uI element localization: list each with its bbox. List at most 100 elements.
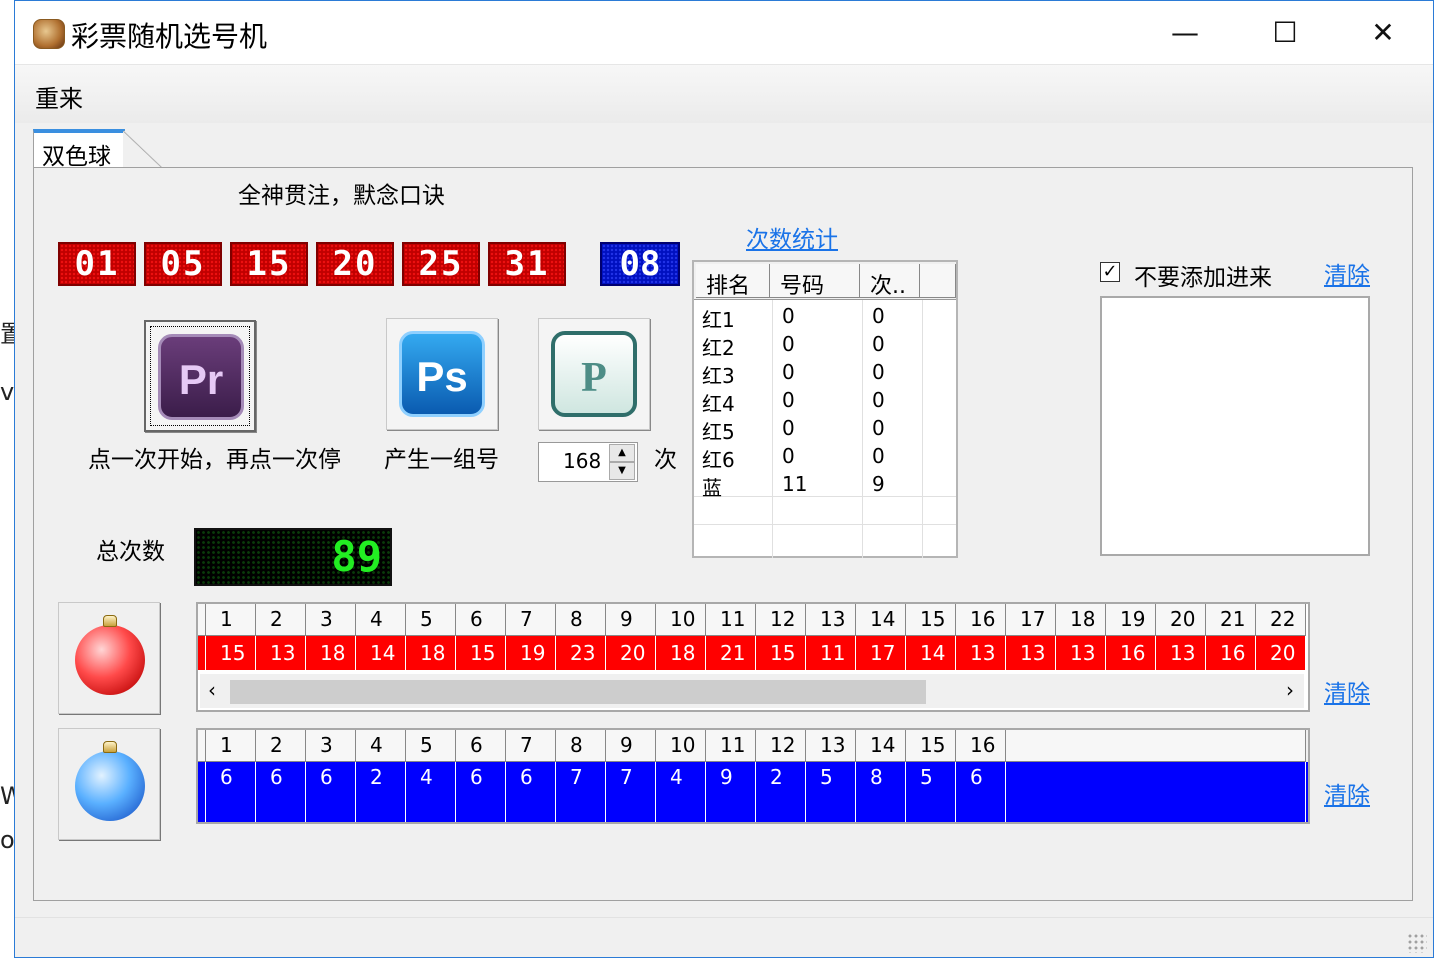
grid-cell: 13 — [806, 730, 856, 762]
menu-item-restart[interactable]: 重来 — [35, 79, 83, 114]
grid-cell: 9 — [606, 730, 656, 762]
red-history-row: 15 13 18 14 18 15 19 23 20 18 21 15 11 17 14 13 13 13 16 13… — [198, 636, 1306, 670]
stats-cell: 0 — [872, 332, 885, 356]
grid-cell: 21 — [706, 636, 756, 670]
stats-cell: 蓝 — [702, 476, 722, 500]
grid-cell: 16 — [1106, 636, 1156, 670]
scroll-left-icon[interactable]: ‹ — [208, 678, 216, 702]
scrollbar-thumb[interactable] — [230, 680, 926, 704]
start-stop-button[interactable]: Pr — [144, 320, 256, 432]
scroll-right-icon[interactable]: › — [1286, 678, 1294, 702]
stats-link[interactable]: 次数统计 — [746, 220, 838, 254]
clear-blue-link[interactable]: 清除 — [1324, 776, 1370, 810]
grid-cell: 5 — [806, 762, 856, 792]
window-title: 彩票随机选号机 — [71, 20, 268, 53]
grid-cell: 14 — [856, 604, 906, 636]
generate-caption: 产生一组号 — [384, 447, 499, 473]
grid-cell: 6 — [456, 762, 506, 792]
grid-cell: 15 — [906, 604, 956, 636]
grid-cell: 6 — [306, 762, 356, 792]
repeat-count-value[interactable]: 168 — [563, 449, 601, 473]
grid-cell: 20 — [606, 636, 656, 670]
grid-cell: 20 — [1156, 604, 1206, 636]
grid-cell: 4 — [656, 762, 706, 792]
grid-cell — [356, 792, 406, 822]
grid-cell: 10 — [656, 604, 706, 636]
resize-grip-icon[interactable] — [1407, 933, 1427, 953]
blue-history-grid[interactable]: 1 2 3 4 5 6 7 8 9 10 11 12 13 14 15 16 6662466774925856 — [196, 728, 1310, 824]
grid-cell — [206, 792, 256, 822]
stats-cell: 红5 — [702, 420, 735, 444]
stats-cell: 0 — [872, 416, 885, 440]
stats-cell: 0 — [782, 388, 795, 412]
close-button[interactable]: ✕ — [1353, 9, 1413, 57]
grid-cell: 1 — [206, 604, 256, 636]
stats-table[interactable]: 排名 号码 次.. 红1 0 0 红2 0 0 红3 0 0 红4 0 0 红5… — [692, 260, 958, 558]
grid-cell: 11 — [806, 636, 856, 670]
grid-cell: 14 — [356, 636, 406, 670]
grid-cell — [756, 792, 806, 822]
blue-history-button[interactable] — [58, 728, 160, 840]
grid-cell: 8 — [856, 762, 906, 792]
grid-cell: 4 — [356, 730, 406, 762]
grid-filler-cell — [1006, 792, 1306, 822]
stats-cell: 红2 — [702, 336, 735, 360]
grid-cell: 6 — [456, 604, 506, 636]
grid-cell: 20 — [1256, 636, 1306, 670]
grid-cell: 12 — [756, 604, 806, 636]
repeat-button[interactable]: P — [538, 318, 650, 430]
grid-cell: 11 — [706, 604, 756, 636]
clear-red-link[interactable]: 清除 — [1324, 674, 1370, 708]
grid-cell: 16 — [956, 604, 1006, 636]
grid-cell: 18 — [1056, 604, 1106, 636]
repeat-count-stepper[interactable]: 168 ▲ ▼ — [538, 442, 638, 482]
stepper-up-icon[interactable]: ▲ — [609, 444, 635, 462]
grid-cell: 6 — [456, 730, 506, 762]
stats-cell: 红6 — [702, 448, 735, 472]
stats-col-number[interactable]: 号码 — [770, 264, 860, 299]
grid-cell: 2 — [256, 730, 306, 762]
stats-col-rank[interactable]: 排名 — [696, 264, 770, 299]
stepper-down-icon[interactable]: ▼ — [609, 462, 635, 480]
grid-cell: 21 — [1206, 604, 1256, 636]
title-bar[interactable]: 彩票随机选号机 — ☐ ✕ — [15, 1, 1433, 65]
grid-cell — [656, 792, 706, 822]
grid-cell — [406, 792, 456, 822]
stats-col-count[interactable]: 次.. — [860, 264, 920, 299]
grid-cell: 18 — [656, 636, 706, 670]
grid-cell: 2 — [256, 604, 306, 636]
grid-cell: 23 — [556, 636, 606, 670]
grid-cell: 18 — [406, 636, 456, 670]
grid-cell: 13 — [1056, 636, 1106, 670]
exclude-checkbox[interactable]: ✓ — [1100, 262, 1120, 282]
grid-cell: 6 — [956, 762, 1006, 792]
stats-cell: 0 — [782, 416, 795, 440]
exclude-list[interactable] — [1100, 296, 1370, 556]
grid-cell: 5 — [906, 762, 956, 792]
grid-cell — [556, 792, 606, 822]
stats-cell: 9 — [872, 472, 885, 496]
stats-cell: 红1 — [702, 308, 735, 332]
grid-cell: 12 — [756, 730, 806, 762]
grid-cell: 17 — [1006, 604, 1056, 636]
grid-cell: 7 — [606, 762, 656, 792]
grid-cell: 2 — [756, 762, 806, 792]
grid-cell: 15 — [906, 730, 956, 762]
row-lead-cell — [198, 636, 206, 670]
grid-cell: 5 — [406, 730, 456, 762]
grid-cell: 8 — [556, 730, 606, 762]
maximize-button[interactable]: ☐ — [1255, 9, 1315, 57]
tab-double-color-ball[interactable]: 双色球 — [33, 129, 125, 170]
generate-button[interactable]: Ps — [386, 318, 498, 430]
horizontal-scrollbar[interactable]: ‹ › — [200, 674, 1304, 708]
red-history-grid[interactable]: 1 2 3 4 5 6 7 8 9 10 11 12 13 14 15 16 17 18 19 20 21 22 15 13… — [196, 602, 1310, 712]
grid-cell: 11 — [706, 730, 756, 762]
ornament-cap — [103, 615, 117, 627]
grid-cell: 13 — [956, 636, 1006, 670]
blue-ornament-icon — [75, 751, 145, 821]
red-history-button[interactable] — [58, 602, 160, 714]
app-icon — [33, 19, 65, 49]
grid-cell: 7 — [506, 604, 556, 636]
minimize-button[interactable]: — — [1155, 9, 1215, 57]
clear-exclude-link[interactable]: 清除 — [1324, 256, 1370, 290]
